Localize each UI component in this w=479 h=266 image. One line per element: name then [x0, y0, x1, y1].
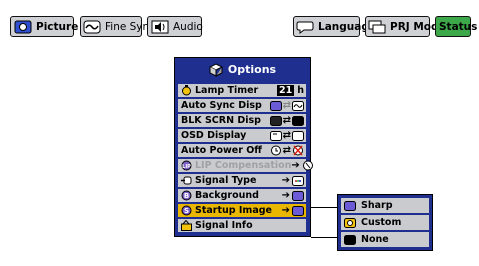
svg-text:S: S	[184, 207, 189, 215]
arrow-right-icon: ➔	[281, 175, 290, 186]
submenu-item-none[interactable]: None	[341, 232, 429, 247]
menu-item-signal-type[interactable]: Signal Type ➔	[178, 174, 306, 187]
options-icon	[208, 62, 223, 77]
item-label: Signal Type	[195, 175, 257, 186]
item-label: Background	[195, 190, 259, 201]
tab-picture[interactable]: Picture	[10, 16, 78, 37]
menu-header: Options	[176, 59, 309, 80]
custom-icon	[344, 217, 356, 228]
none-icon	[344, 234, 356, 245]
menu-item-startup-image[interactable]: S Startup Image ➔	[178, 204, 306, 217]
toggle-arrows-icon: ⇄	[282, 145, 291, 156]
svg-text:B: B	[184, 192, 189, 200]
svg-text:LIP: LIP	[182, 164, 191, 170]
menu-item-background[interactable]: B Background ➔	[178, 189, 306, 202]
fine-sync-icon	[83, 20, 101, 33]
menu-item-lip-compensation: LIP LIP Compensation ➔	[178, 159, 313, 172]
startup-image-submenu: Sharp Custom None	[337, 194, 433, 251]
lip-icon: LIP	[181, 160, 192, 171]
auto-sync-off-icon	[292, 100, 304, 111]
submenu-label: None	[361, 234, 389, 245]
startup-image-submenu-icon	[292, 205, 304, 216]
auto-sync-on-icon	[269, 100, 282, 111]
submenu-label: Custom	[361, 217, 402, 228]
menu-item-blk-scrn-disp[interactable]: BLK SCRN Disp ⇄	[178, 114, 306, 127]
tab-fine-sync[interactable]: Fine Sync	[80, 16, 155, 37]
arrow-right-icon: ➔	[281, 205, 290, 216]
options-menu: Options Lamp Timer 21 h Auto Sync Disp ⇄…	[174, 57, 313, 237]
lip-submenu-icon	[302, 160, 313, 171]
tab-language[interactable]: Language	[293, 16, 376, 37]
tab-label: Picture	[36, 20, 79, 33]
signal-type-submenu-icon	[292, 175, 304, 186]
submenu-item-sharp[interactable]: Sharp	[341, 198, 429, 213]
tab-label: Status	[439, 20, 478, 33]
prj-mode-icon	[368, 20, 386, 33]
lamp-timer-unit: h	[297, 85, 304, 96]
toggle-arrows-icon: ⇄	[282, 115, 291, 126]
submenu-connector	[311, 207, 337, 208]
power-off-disabled-icon	[293, 145, 303, 156]
submenu-item-custom[interactable]: Custom	[341, 215, 429, 230]
toggle-arrows-icon: ⇄	[282, 130, 291, 141]
lamp-timer-value: 21	[277, 85, 295, 96]
item-label: BLK SCRN Disp	[181, 115, 261, 126]
arrow-right-icon: ➔	[291, 160, 300, 171]
item-label: LIP Compensation	[195, 160, 292, 171]
tab-audio[interactable]: Audio	[147, 16, 203, 37]
tab-status[interactable]: Status	[435, 16, 477, 37]
menu-title: Options	[227, 63, 277, 76]
menu-item-auto-power-off[interactable]: Auto Power Off ⇄	[178, 144, 306, 157]
menu-item-osd-display[interactable]: OSD Display ⇄	[178, 129, 306, 142]
arrow-right-icon: ➔	[281, 190, 290, 201]
item-label: Lamp Timer	[195, 85, 259, 96]
background-icon: B	[181, 190, 192, 201]
submenu-label: Sharp	[361, 200, 393, 211]
tab-prj-mode[interactable]: PRJ Mode	[365, 16, 446, 37]
startup-image-icon: S	[181, 205, 192, 216]
blk-scrn-on-icon	[269, 115, 282, 126]
blk-scrn-off-icon	[292, 115, 304, 126]
toggle-arrows-icon: ⇄	[282, 100, 291, 111]
power-off-timer-icon	[270, 145, 281, 156]
background-submenu-icon	[292, 190, 304, 201]
menu-item-lamp-timer[interactable]: Lamp Timer 21 h	[178, 84, 306, 97]
tab-label: Audio	[173, 20, 203, 33]
audio-icon	[151, 20, 169, 33]
menu-item-signal-info[interactable]: Signal Info	[178, 219, 306, 232]
item-label: Auto Sync Disp	[181, 100, 262, 111]
submenu-connector	[311, 237, 337, 238]
language-icon	[296, 21, 314, 34]
item-label: OSD Display	[181, 130, 247, 141]
lamp-timer-icon	[182, 85, 191, 96]
osd-off-icon	[292, 130, 304, 141]
sharp-icon	[344, 200, 356, 211]
item-label: Signal Info	[195, 220, 253, 231]
menu-item-auto-sync-disp[interactable]: Auto Sync Disp ⇄	[178, 99, 306, 112]
item-label: Auto Power Off	[181, 145, 262, 156]
picture-icon	[14, 20, 32, 33]
signal-type-icon	[181, 176, 192, 185]
signal-info-icon	[181, 220, 192, 231]
osd-on-icon	[269, 130, 282, 141]
item-label: Startup Image	[195, 205, 272, 216]
